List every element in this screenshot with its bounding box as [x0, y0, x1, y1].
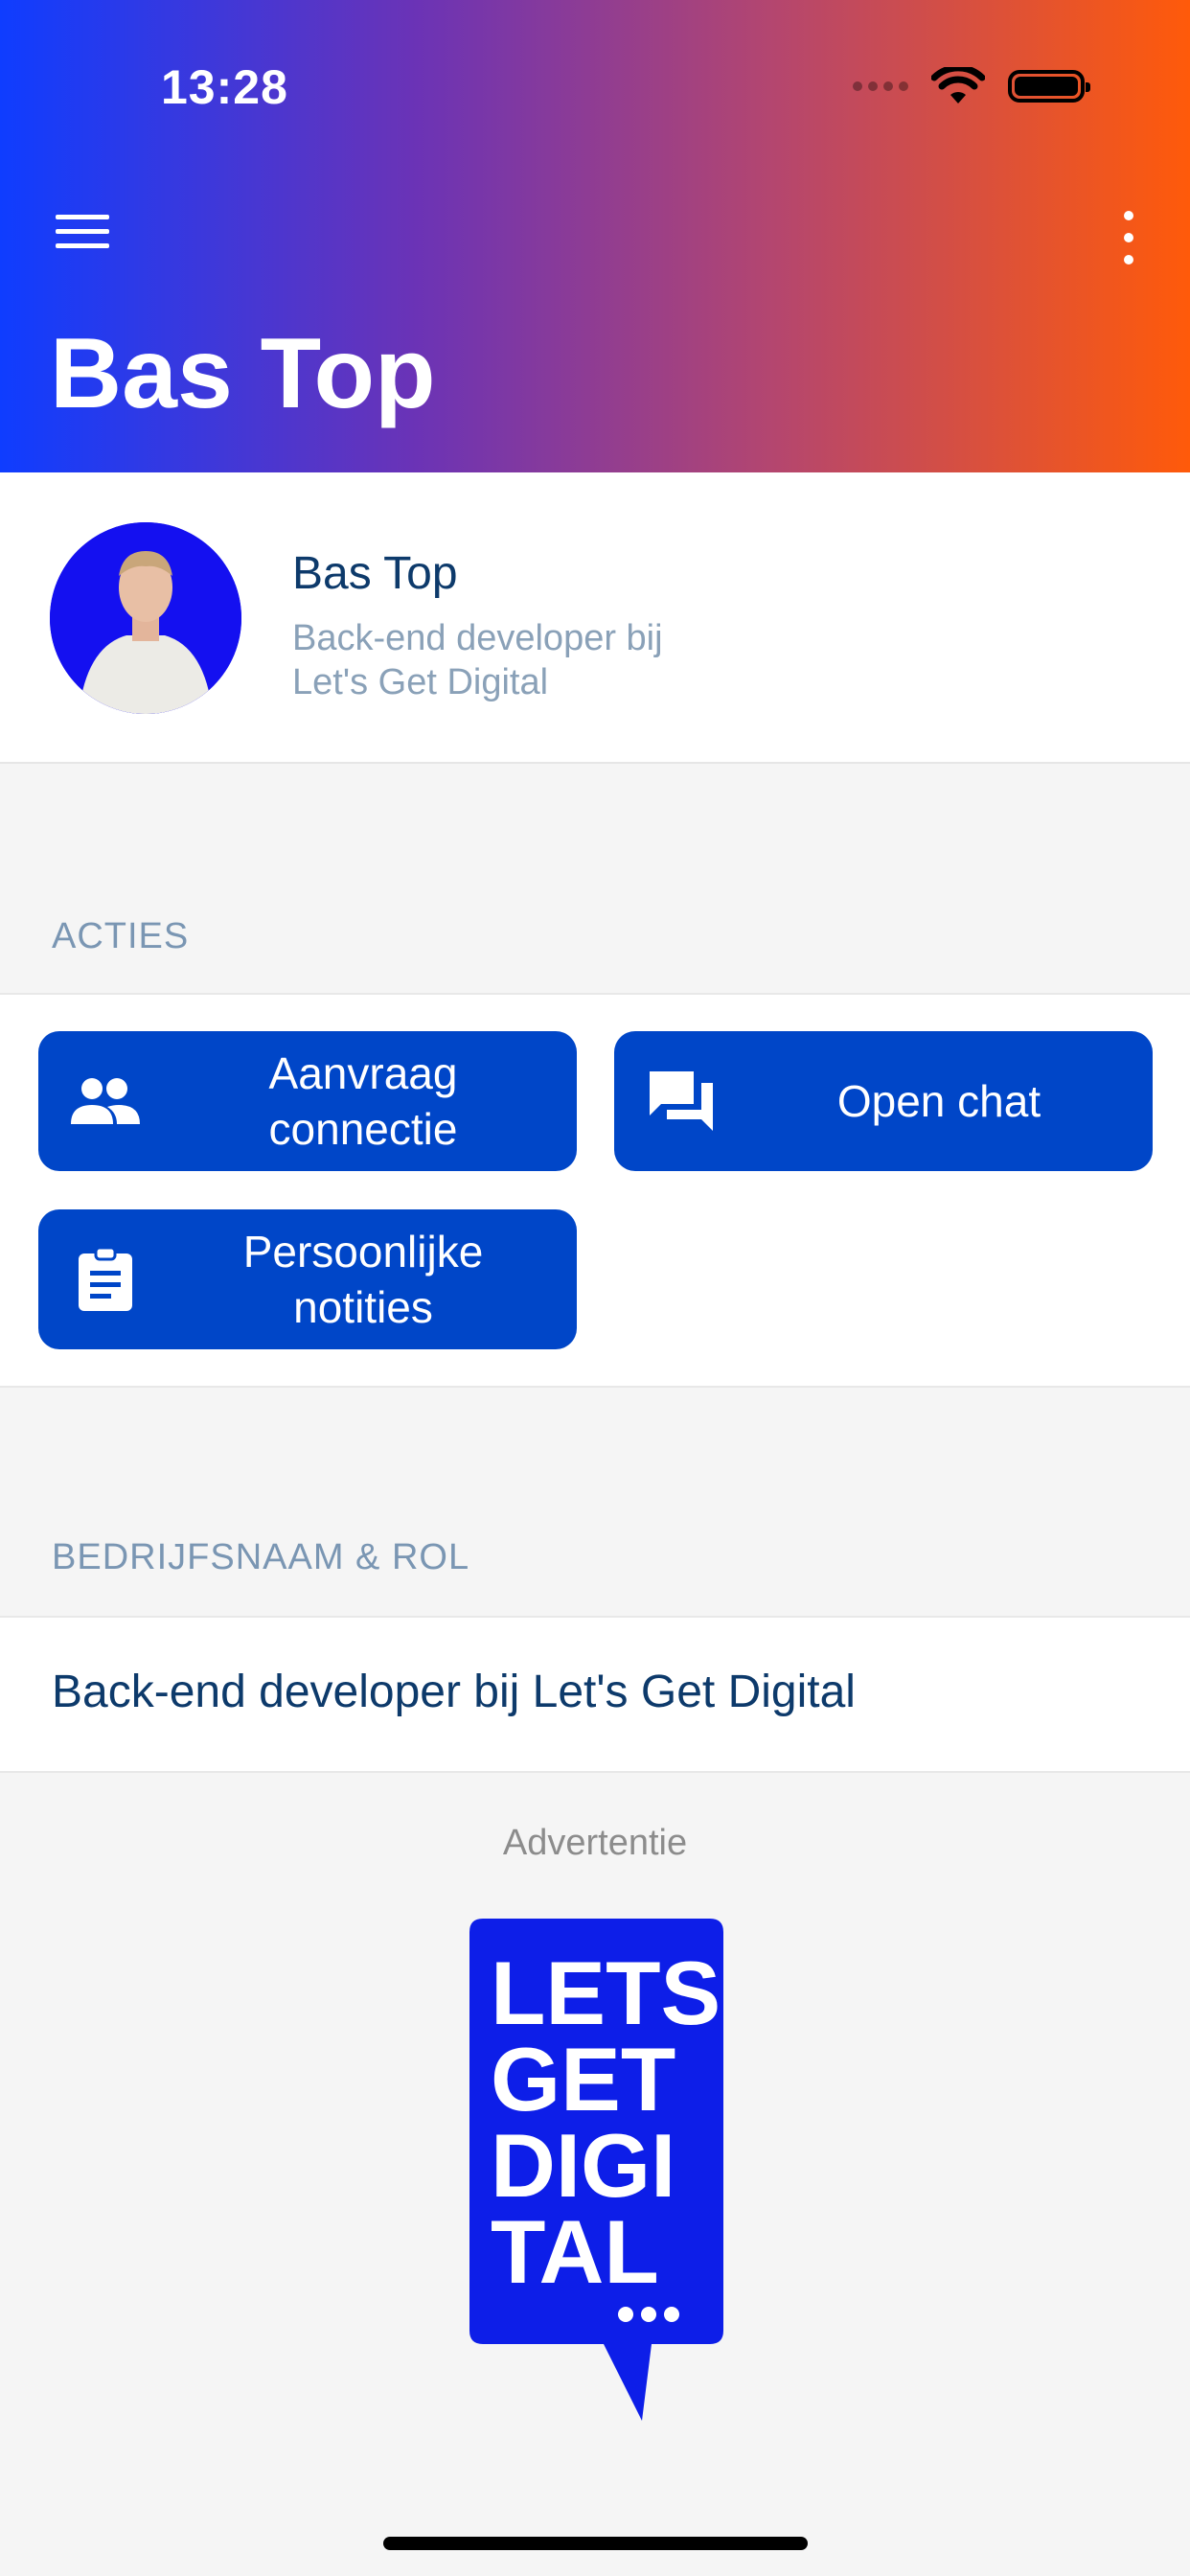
personal-notes-button[interactable]: Persoonlijke notities: [38, 1209, 577, 1349]
wifi-icon: [931, 67, 985, 104]
section-label-actions: ACTIES: [52, 916, 190, 956]
company-role-row[interactable]: Back-end developer bij Let's Get Digital: [0, 1616, 1190, 1773]
section-label-company: BEDRIJFSNAAM & ROL: [52, 1537, 470, 1577]
page-title: Bas Top: [50, 318, 436, 429]
request-connection-label: Aanvraag connectie: [172, 1046, 577, 1157]
profile-subtitle: Back-end developer bij Let's Get Digital: [292, 616, 867, 704]
open-chat-label: Open chat: [836, 1076, 1041, 1126]
advertisement-label: Advertentie: [502, 1823, 688, 1863]
battery-icon: [1008, 70, 1090, 103]
avatar-photo: [50, 522, 241, 714]
avatar: [50, 522, 241, 714]
profile-card: Bas Top Back-end developer bij Let's Get…: [0, 472, 1190, 764]
open-chat-button[interactable]: Open chat: [614, 1031, 1153, 1171]
clipboard-icon: [38, 1246, 172, 1313]
request-connection-label-line2: connectie: [268, 1104, 458, 1154]
logo-line-4: TAL: [491, 2201, 659, 2302]
personal-notes-label-line2: notities: [293, 1282, 433, 1332]
status-indicators: [853, 67, 1090, 105]
request-connection-button[interactable]: Aanvraag connectie: [38, 1031, 577, 1171]
request-connection-label-line1: Aanvraag: [268, 1048, 458, 1098]
hamburger-menu-icon[interactable]: [56, 215, 109, 257]
actions-panel: Aanvraag connectie Open chat Persoonlijk…: [0, 993, 1190, 1388]
profile-subtitle-line1: Back-end developer bij: [292, 618, 663, 658]
people-icon: [38, 1076, 172, 1126]
profile-subtitle-line2: Let's Get Digital: [292, 662, 549, 702]
forum-icon: [614, 1070, 748, 1133]
company-role-text: Back-end developer bij Let's Get Digital: [52, 1667, 856, 1717]
home-indicator[interactable]: [383, 2537, 808, 2550]
personal-notes-label-line1: Persoonlijke: [242, 1227, 484, 1276]
profile-name: Bas Top: [292, 548, 458, 599]
app-header: 13:28 Bas Top: [0, 0, 1190, 472]
lets-get-digital-logo[interactable]: LETS GET DIGI TAL: [469, 1919, 723, 2426]
more-vertical-icon[interactable]: [1110, 211, 1148, 264]
cellular-signal-icon: [853, 81, 908, 91]
personal-notes-label: Persoonlijke notities: [172, 1224, 577, 1335]
status-time: 13:28: [161, 60, 288, 114]
